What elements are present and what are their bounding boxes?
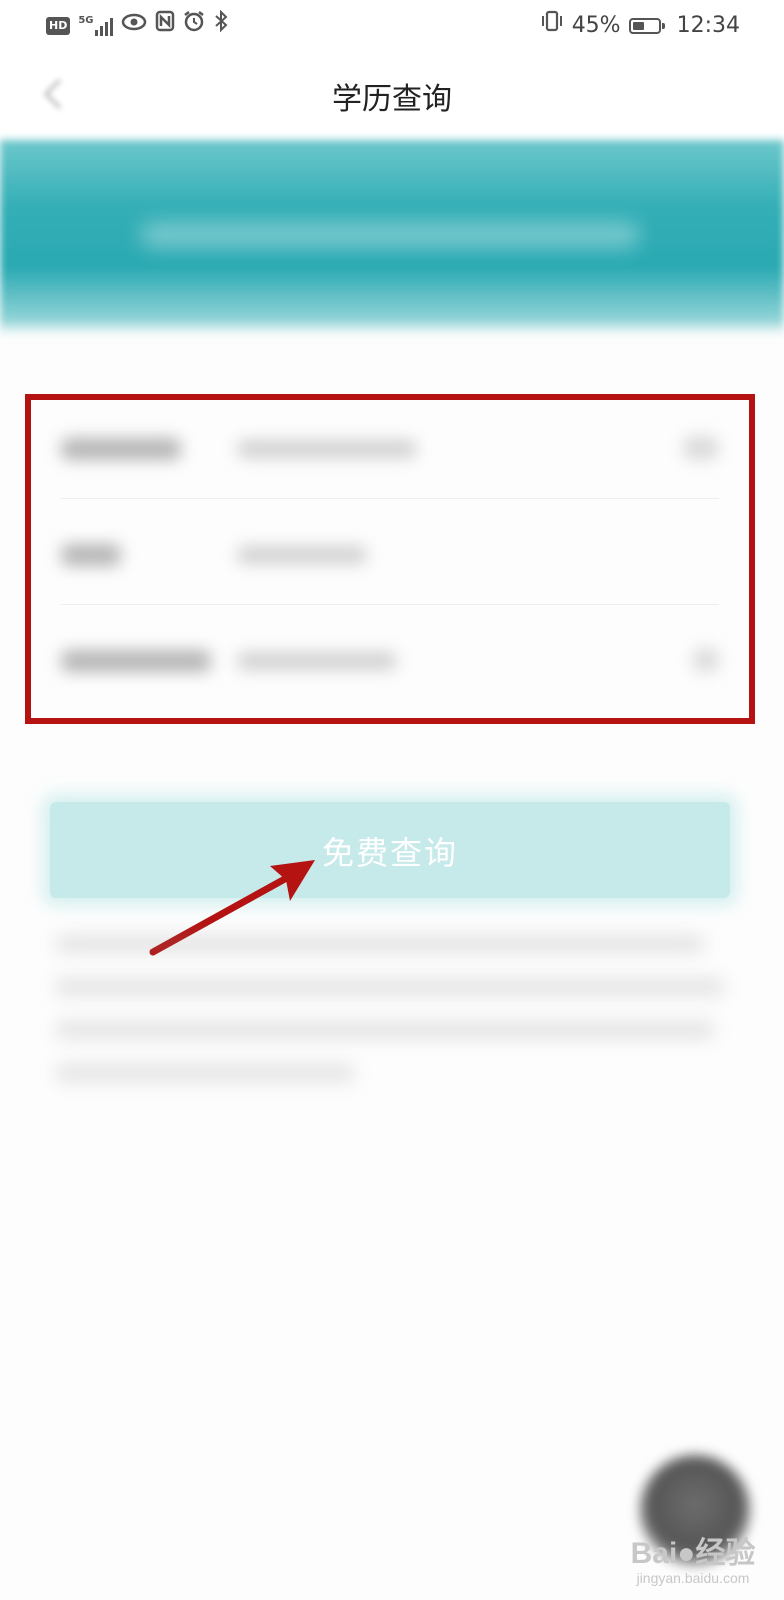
bluetooth-icon: [213, 9, 229, 41]
signal-icon: 5G: [78, 14, 113, 36]
nfc-icon: [155, 10, 175, 41]
watermark-logo: Bai●经验: [630, 1537, 756, 1570]
form-row-1-label-blurred: [61, 438, 181, 460]
status-bar: HD 5G 45% 12:34: [0, 0, 784, 50]
row-divider: [61, 604, 719, 605]
status-icons-right: 45% 12:34: [540, 10, 740, 41]
form-row-3[interactable]: [61, 640, 719, 680]
form-row-1[interactable]: [61, 428, 719, 468]
eye-icon: [121, 12, 147, 40]
notice-text-blurred: [55, 935, 735, 1107]
battery-percent: 45%: [571, 13, 621, 38]
form-row-3-end-blurred: [693, 648, 719, 672]
watermark-url: jingyan.baidu.com: [636, 1570, 750, 1586]
battery-fill: [632, 21, 644, 30]
hd-badge: HD: [46, 16, 71, 35]
form-fields-highlight: [25, 394, 755, 724]
free-query-label: 免费查询: [321, 835, 458, 871]
form-row-2-label-blurred: [61, 544, 121, 566]
row-divider: [61, 498, 719, 499]
form-row-1-value-blurred: [237, 440, 417, 458]
alarm-icon: [183, 10, 205, 41]
network-label: 5G: [78, 14, 94, 26]
page-title: 学历查询: [332, 82, 452, 117]
form-row-3-label-blurred: [61, 650, 211, 672]
watermark: Bai●经验 jingyan.baidu.com: [618, 1537, 768, 1587]
form-row-1-end-blurred: [683, 436, 719, 460]
battery-icon: [628, 17, 665, 34]
status-icons-left: HD 5G: [46, 9, 229, 41]
form-row-3-value-blurred: [237, 652, 397, 670]
title-bar: 学历查询: [0, 50, 784, 140]
free-query-button[interactable]: 免费查询: [50, 802, 730, 898]
form-row-2-value-blurred: [237, 546, 367, 564]
form-row-2[interactable]: [61, 534, 719, 574]
vibrate-icon: [540, 10, 564, 41]
clock: 12:34: [676, 13, 740, 38]
banner-text-blurred: [140, 222, 640, 248]
